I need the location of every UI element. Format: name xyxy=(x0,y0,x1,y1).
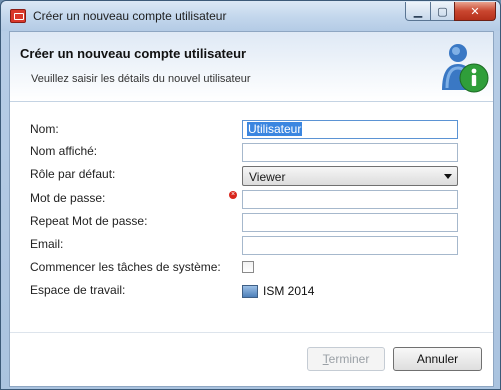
dialog-window: Créer un nouveau compte utilisateur ▁ ▢ … xyxy=(0,0,501,390)
workspace-label: Espace de travail: xyxy=(30,283,126,297)
close-icon: ✕ xyxy=(470,5,480,18)
default-role-label: Rôle par défaut: xyxy=(30,167,116,181)
system-tasks-label: Commencer les tâches de système: xyxy=(30,260,221,274)
close-button[interactable]: ✕ xyxy=(454,2,496,21)
error-icon: × xyxy=(229,191,237,199)
minimize-button[interactable]: ▁ xyxy=(405,2,431,21)
minimize-icon: ▁ xyxy=(413,5,423,18)
app-icon xyxy=(10,9,26,23)
header-subtitle: Veuillez saisir les détails du nouvel ut… xyxy=(31,73,251,85)
dialog-header: Créer un nouveau compte utilisateur Veui… xyxy=(10,32,493,102)
name-value: Utilisateur xyxy=(247,122,303,136)
header-title: Créer un nouveau compte utilisateur xyxy=(20,46,247,61)
repeat-password-field[interactable] xyxy=(242,213,458,232)
system-tasks-checkbox[interactable] xyxy=(242,261,254,273)
default-role-value: Viewer xyxy=(249,170,286,184)
password-field[interactable] xyxy=(242,190,458,209)
dialog-body: Créer un nouveau compte utilisateur Veui… xyxy=(9,31,494,387)
default-role-select[interactable]: Viewer xyxy=(242,166,458,186)
title-bar[interactable]: Créer un nouveau compte utilisateur ▁ ▢ … xyxy=(1,1,500,31)
finish-button[interactable]: Terminer xyxy=(307,347,385,371)
workspace-value: ISM 2014 xyxy=(263,284,315,298)
email-field[interactable] xyxy=(242,236,458,255)
window-title: Créer un nouveau compte utilisateur xyxy=(33,9,227,23)
email-label: Email: xyxy=(30,237,64,251)
maximize-button[interactable]: ▢ xyxy=(430,2,455,21)
workspace-icon xyxy=(242,285,258,298)
cancel-button[interactable]: Annuler xyxy=(393,347,482,371)
name-field[interactable]: Utilisateur xyxy=(242,120,458,139)
user-info-icon xyxy=(442,44,489,93)
maximize-icon: ▢ xyxy=(437,5,448,18)
finish-label: erminer xyxy=(328,352,370,366)
dropdown-arrow-icon xyxy=(444,174,452,179)
name-label: Nom: xyxy=(30,122,59,136)
password-label: Mot de passe: xyxy=(30,191,106,205)
repeat-password-label: Repeat Mot de passe: xyxy=(30,214,148,228)
dialog-footer: Terminer Annuler xyxy=(10,332,493,386)
display-name-field[interactable] xyxy=(242,143,458,162)
display-name-label: Nom affiché: xyxy=(30,144,98,158)
